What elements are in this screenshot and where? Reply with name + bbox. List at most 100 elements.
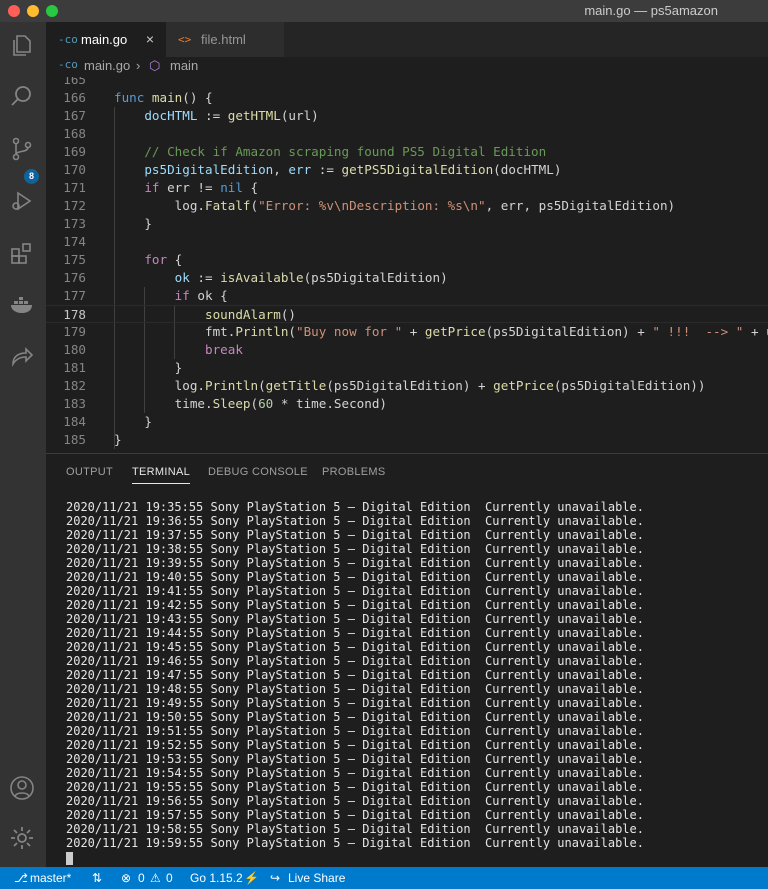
code-line[interactable]: 174 <box>46 233 768 251</box>
code-line[interactable]: 177 if ok { <box>46 287 768 305</box>
tab-label: file.html <box>201 32 246 47</box>
code-line[interactable]: 179 fmt.Println("Buy now for " + getPric… <box>46 323 768 341</box>
docker-icon[interactable] <box>9 292 35 318</box>
terminal-line: 2020/11/21 19:43:55 Sony PlayStation 5 –… <box>66 612 644 626</box>
code-line[interactable]: 183 time.Sleep(60 * time.Second) <box>46 395 768 413</box>
git-branch-status[interactable]: master* <box>30 871 71 885</box>
code-line[interactable]: 181 } <box>46 359 768 377</box>
code-token: if <box>144 180 160 195</box>
code-token: if <box>174 288 190 303</box>
line-number: 178 <box>63 307 86 322</box>
tab-terminal[interactable]: TERMINAL <box>132 466 191 484</box>
terminal-line: 2020/11/21 19:39:55 Sony PlayStation 5 –… <box>66 556 644 570</box>
code-line[interactable]: 185} <box>46 431 768 449</box>
line-number: 167 <box>63 108 86 123</box>
terminal-line: 2020/11/21 19:36:55 Sony PlayStation 5 –… <box>66 514 644 528</box>
code-token: docHTML <box>144 108 198 123</box>
code-token: (docHTML) <box>493 162 562 177</box>
line-number: 184 <box>63 414 86 429</box>
code-token: , err, ps5DigitalEdition) <box>485 198 676 213</box>
code-line[interactable]: 176 ok := isAvailable(ps5DigitalEdition) <box>46 269 768 287</box>
code-line[interactable]: 171 if err != nil { <box>46 179 768 197</box>
error-count[interactable]: 0 <box>138 871 145 885</box>
tab-file-html[interactable]: <> file.html <box>166 22 284 57</box>
code-token: := <box>197 108 228 123</box>
code-token: fmt. <box>114 324 236 339</box>
minimize-window-button[interactable] <box>27 5 39 17</box>
status-bar: ⎇ master* ⇅ ⊗ 0 ⚠ 0 Go 1.15.2 ⚡ ↪ Live S… <box>0 867 768 889</box>
code-line[interactable]: 178 soundAlarm() <box>46 305 768 323</box>
terminal-line: 2020/11/21 19:41:55 Sony PlayStation 5 –… <box>66 584 644 598</box>
code-token: "Error: %v\nDescription: %s\n" <box>258 198 486 213</box>
code-token: (ps5DigitalEdition) + <box>485 324 653 339</box>
code-token: err != <box>159 180 221 195</box>
code-token: main <box>151 90 183 105</box>
code-line[interactable]: 169 // Check if Amazon scraping found PS… <box>46 143 768 161</box>
line-number: 171 <box>63 180 86 195</box>
go-version[interactable]: Go 1.15.2 <box>190 871 243 885</box>
code-token: ( <box>258 378 266 393</box>
terminal-line: 2020/11/21 19:45:55 Sony PlayStation 5 –… <box>66 640 644 654</box>
code-line[interactable]: 173 } <box>46 215 768 233</box>
code-text: log.Fatalf("Error: %v\nDescription: %s\n… <box>114 197 675 215</box>
code-token: ok { <box>189 288 228 303</box>
settings-gear-icon[interactable] <box>9 825 35 851</box>
breadcrumb-file[interactable]: main.go <box>84 58 130 73</box>
code-token: ( <box>288 324 296 339</box>
code-line[interactable]: 168 <box>46 125 768 143</box>
search-icon[interactable] <box>9 84 35 110</box>
activity-bar: 8 <box>0 22 46 867</box>
extensions-icon[interactable] <box>9 240 35 266</box>
line-number: 172 <box>63 198 86 213</box>
code-token: } <box>114 360 183 375</box>
code-token: func <box>114 90 152 105</box>
maximize-window-button[interactable] <box>46 5 58 17</box>
code-text: // Check if Amazon scraping found PS5 Di… <box>114 143 546 161</box>
code-token: Fatalf <box>205 198 251 213</box>
account-icon[interactable] <box>9 775 35 801</box>
code-token: ( <box>250 198 259 213</box>
code-token: getTitle <box>265 378 327 393</box>
code-line[interactable]: 165 <box>46 77 768 89</box>
code-line[interactable]: 182 log.Println(getTitle(ps5DigitalEditi… <box>46 377 768 395</box>
source-control-icon[interactable] <box>9 136 35 162</box>
close-window-button[interactable] <box>8 5 20 17</box>
tab-problems[interactable]: PROBLEMS <box>322 466 386 478</box>
run-debug-icon[interactable] <box>9 188 35 214</box>
code-editor[interactable]: 165 166 func main() {167 docHTML := getHTM… <box>46 77 768 449</box>
warning-count[interactable]: 0 <box>166 871 173 885</box>
terminal-cursor <box>66 852 73 865</box>
code-line[interactable]: 175 for { <box>46 251 768 269</box>
code-token: " !!! --> " <box>652 324 744 339</box>
code-line[interactable]: 167 docHTML := getHTML(url) <box>46 107 768 125</box>
terminal-line: 2020/11/21 19:47:55 Sony PlayStation 5 –… <box>66 668 644 682</box>
line-number: 170 <box>63 162 86 177</box>
breadcrumb-symbol[interactable]: main <box>170 58 198 73</box>
html-file-icon: <> <box>178 33 192 46</box>
tab-output[interactable]: OUTPUT <box>66 466 113 478</box>
sync-icon[interactable]: ⇅ <box>92 871 102 885</box>
code-text: soundAlarm() <box>114 306 296 324</box>
code-line[interactable]: 170 ps5DigitalEdition, err := getPS5Digi… <box>46 161 768 179</box>
code-line[interactable]: 180 break <box>46 341 768 359</box>
close-icon[interactable]: × <box>146 22 154 57</box>
terminal-line: 2020/11/21 19:56:55 Sony PlayStation 5 –… <box>66 794 644 808</box>
code-line[interactable]: 166 func main() { <box>46 89 768 107</box>
tab-main-go[interactable]: -co main.go × <box>46 22 166 57</box>
explorer-icon[interactable] <box>9 32 35 58</box>
live-share-icon[interactable] <box>9 344 35 370</box>
code-token: } <box>114 216 152 231</box>
line-number: 173 <box>63 216 86 231</box>
code-line[interactable]: 184 } <box>46 413 768 431</box>
code-line[interactable]: 172 log.Fatalf("Error: %v\nDescription: … <box>46 197 768 215</box>
editor-tab-bar: -co main.go × <> file.html <box>46 22 768 57</box>
line-number: 176 <box>63 270 86 285</box>
code-text: docHTML := getHTML(url) <box>114 107 318 125</box>
live-share-button[interactable]: Live Share <box>288 871 345 885</box>
line-number: 169 <box>63 144 86 159</box>
code-token: err <box>288 162 312 177</box>
tab-debug-console[interactable]: DEBUG CONSOLE <box>208 466 308 478</box>
terminal-output[interactable]: 2020/11/21 19:35:55 Sony PlayStation 5 –… <box>66 500 644 850</box>
